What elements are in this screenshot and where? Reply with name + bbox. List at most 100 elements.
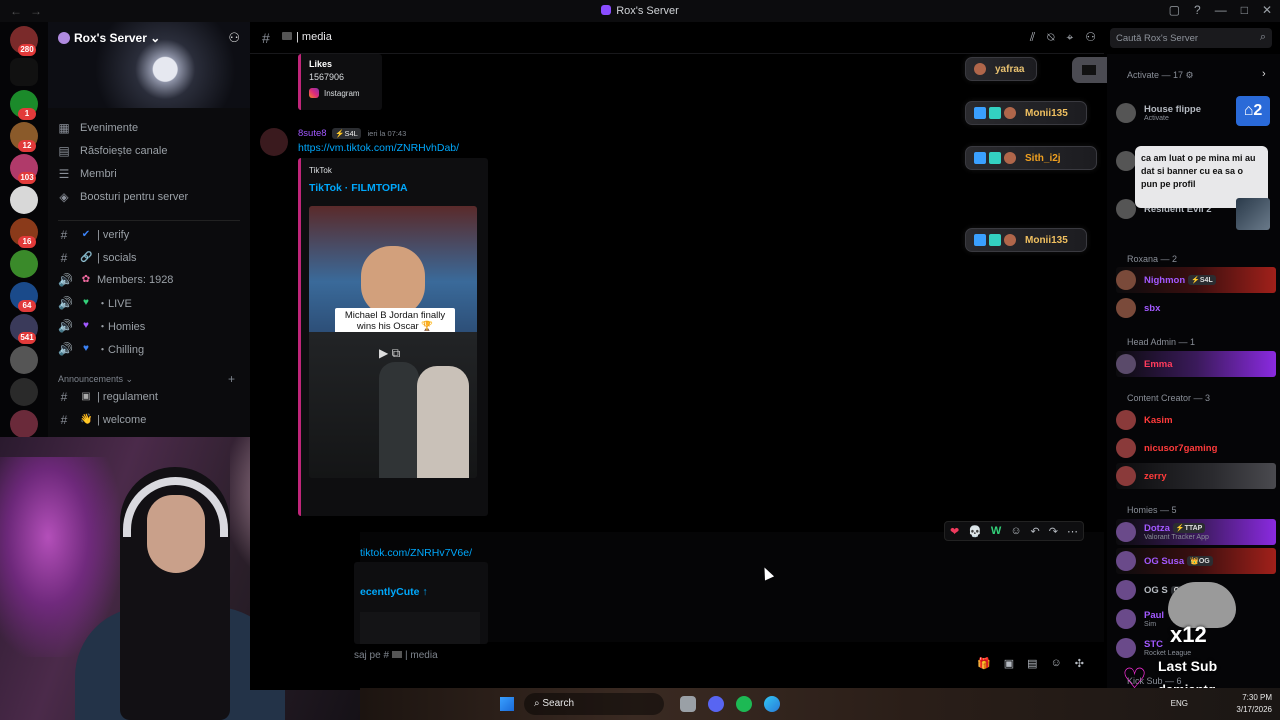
- message-link[interactable]: https://vm.tiktok.com/ZNRHvhDab/: [298, 142, 459, 154]
- close-icon[interactable]: ✕: [1262, 3, 1272, 17]
- channel-item[interactable]: # 👋 | welcome: [58, 410, 244, 430]
- category-announcements[interactable]: Announcements ⌄ +: [58, 372, 240, 386]
- clock-date: 3/17/2026: [1236, 705, 1272, 714]
- forward-icon[interactable]: ↷: [1049, 525, 1058, 538]
- apps-icon[interactable]: ✣: [1075, 657, 1084, 670]
- unread-badge: 541: [18, 332, 36, 344]
- embed-footer: Instagram: [309, 88, 360, 98]
- gift-icon[interactable]: 🎁: [977, 657, 991, 670]
- channel-emoji-icon: [392, 651, 403, 658]
- discord-icon[interactable]: [708, 696, 724, 712]
- hash-icon: #: [60, 228, 68, 242]
- hash-icon: #: [60, 413, 68, 427]
- channel-emoji-icon: ▣: [81, 391, 91, 402]
- member-name-text: Nighmon: [1144, 274, 1186, 286]
- instagram-icon: [309, 88, 319, 98]
- server-icon[interactable]: [10, 346, 38, 374]
- person-add-icon[interactable]: ⚇: [228, 30, 240, 46]
- message-link[interactable]: tiktok.com/ZNRHv7V6e/: [360, 547, 472, 559]
- reply-icon[interactable]: ↶: [1031, 525, 1040, 538]
- add-reaction-icon[interactable]: ☺: [1010, 525, 1021, 537]
- gif-icon[interactable]: ▣: [1004, 657, 1014, 670]
- channel-item[interactable]: # ✔ | verify: [58, 225, 244, 245]
- emoji-icon[interactable]: ☺: [1051, 657, 1062, 670]
- channel-item[interactable]: 🔊 ♥ ・Chilling: [58, 339, 244, 359]
- threads-icon[interactable]: ⫽: [1030, 30, 1035, 45]
- member-group-header: Homies — 5: [1127, 505, 1177, 515]
- boost-icon: ◈: [59, 190, 69, 204]
- embed-title[interactable]: TikTok · FILMTOPIA: [309, 182, 408, 194]
- sidebar-item-members[interactable]: ☰ Membri: [58, 164, 244, 184]
- play-icon[interactable]: ▶ ⧉: [379, 346, 400, 361]
- system-clock[interactable]: 7:30 PM 3/17/2026: [1236, 692, 1272, 716]
- channel-emoji-icon: 👋: [80, 414, 93, 425]
- language-indicator[interactable]: ENG: [1171, 699, 1188, 708]
- spotify-icon[interactable]: [736, 696, 752, 712]
- server-icon[interactable]: [10, 250, 38, 278]
- server-icon[interactable]: [10, 410, 38, 438]
- avatar[interactable]: [260, 128, 288, 156]
- member-row[interactable]: Kasim: [1116, 407, 1276, 433]
- w-reaction-icon[interactable]: W: [991, 525, 1001, 537]
- windows-start-icon[interactable]: [500, 697, 514, 711]
- video-thumbnail[interactable]: Michael B Jordan finally wins his Oscar …: [309, 206, 477, 478]
- channel-item[interactable]: 🔊 ♥ ・LIVE: [58, 293, 244, 313]
- member-row[interactable]: sbx: [1116, 295, 1276, 321]
- message-input[interactable]: saj pe # | media 🎁 ▣ ▤ ☺ ✣: [354, 650, 1104, 676]
- member-row[interactable]: Nighmon ⚡S4L: [1116, 267, 1276, 293]
- sidebar-item-browse[interactable]: ▤ Răsfoiește canale: [58, 141, 244, 161]
- embed-title[interactable]: ecentlyCute ↑: [360, 586, 428, 598]
- avatar: [1116, 103, 1136, 123]
- avatar: [1116, 354, 1136, 374]
- taskbar-search[interactable]: ⌕ Search: [524, 693, 664, 715]
- avatar: [1116, 298, 1136, 318]
- member-name-text: zerry: [1144, 470, 1167, 482]
- member-row[interactable]: nicusor7gaming: [1116, 435, 1276, 461]
- task-view-icon[interactable]: [680, 696, 696, 712]
- help-icon[interactable]: ?: [1194, 3, 1201, 17]
- window-controls: ▢? — □ ✕: [1169, 3, 1272, 17]
- voice-user-pill: Monii135: [965, 228, 1087, 252]
- chevron-right-icon[interactable]: ›: [1262, 68, 1266, 80]
- streamer: [75, 467, 285, 720]
- member-row[interactable]: Dotza ⚡TTAP Valorant Tracker App: [1116, 519, 1276, 545]
- sticker-icon[interactable]: ▤: [1027, 657, 1037, 670]
- message-input-channel: | media: [405, 650, 438, 661]
- minimize-icon[interactable]: —: [1215, 3, 1227, 17]
- server-icon[interactable]: [10, 378, 38, 406]
- server-icon[interactable]: [10, 58, 38, 86]
- avatar: [1116, 466, 1136, 486]
- voice-user-pill: yafraa: [965, 57, 1037, 81]
- heart-reaction-icon[interactable]: ❤: [950, 525, 959, 538]
- channel-item[interactable]: # 🔗 | socials: [58, 248, 244, 268]
- pin-icon[interactable]: ⌖: [1066, 30, 1073, 45]
- skull-reaction-icon[interactable]: 💀: [968, 525, 982, 538]
- server-name[interactable]: Rox's Server ⌄: [58, 31, 160, 45]
- member-row[interactable]: Emma: [1116, 351, 1276, 377]
- server-icon[interactable]: [10, 186, 38, 214]
- add-channel-icon[interactable]: +: [228, 372, 235, 386]
- channel-name: Members: 1928: [97, 274, 174, 287]
- unread-badge: 12: [18, 140, 36, 152]
- member-name-text: sbx: [1144, 302, 1161, 314]
- mute-icon[interactable]: ⍉: [1047, 30, 1054, 45]
- guild-tag-badge: ⚡S4L: [1188, 274, 1216, 285]
- sidebar-item-boost[interactable]: ◈ Boosturi pentru server: [58, 187, 244, 207]
- channel-item[interactable]: 🔊 ✿ Members: 1928: [58, 270, 244, 290]
- video-person: [379, 362, 419, 478]
- member-name: House flippe Activate: [1144, 104, 1201, 122]
- member-activity: Activate: [1144, 115, 1169, 122]
- sidebar-item-calendar[interactable]: ▦ Evenimente: [58, 118, 244, 138]
- inbox-icon[interactable]: ▢: [1169, 3, 1180, 17]
- channel-item[interactable]: # ▣ | regulament: [58, 387, 244, 407]
- maximize-icon[interactable]: □: [1241, 3, 1248, 17]
- message-author[interactable]: 8sute8: [298, 128, 327, 139]
- search-input[interactable]: Caută Rox's Server ⌕: [1110, 28, 1272, 48]
- edge-icon[interactable]: [764, 696, 780, 712]
- members-icon[interactable]: ⚇: [1085, 30, 1096, 45]
- channel-item[interactable]: 🔊 ♥ ・Homies: [58, 316, 244, 336]
- more-icon[interactable]: ⋯: [1067, 525, 1078, 538]
- member-row[interactable]: zerry: [1116, 463, 1276, 489]
- member-row[interactable]: OG Susa 👑OG: [1116, 548, 1276, 574]
- server-banner[interactable]: Rox's Server ⌄ ⚇: [48, 22, 250, 108]
